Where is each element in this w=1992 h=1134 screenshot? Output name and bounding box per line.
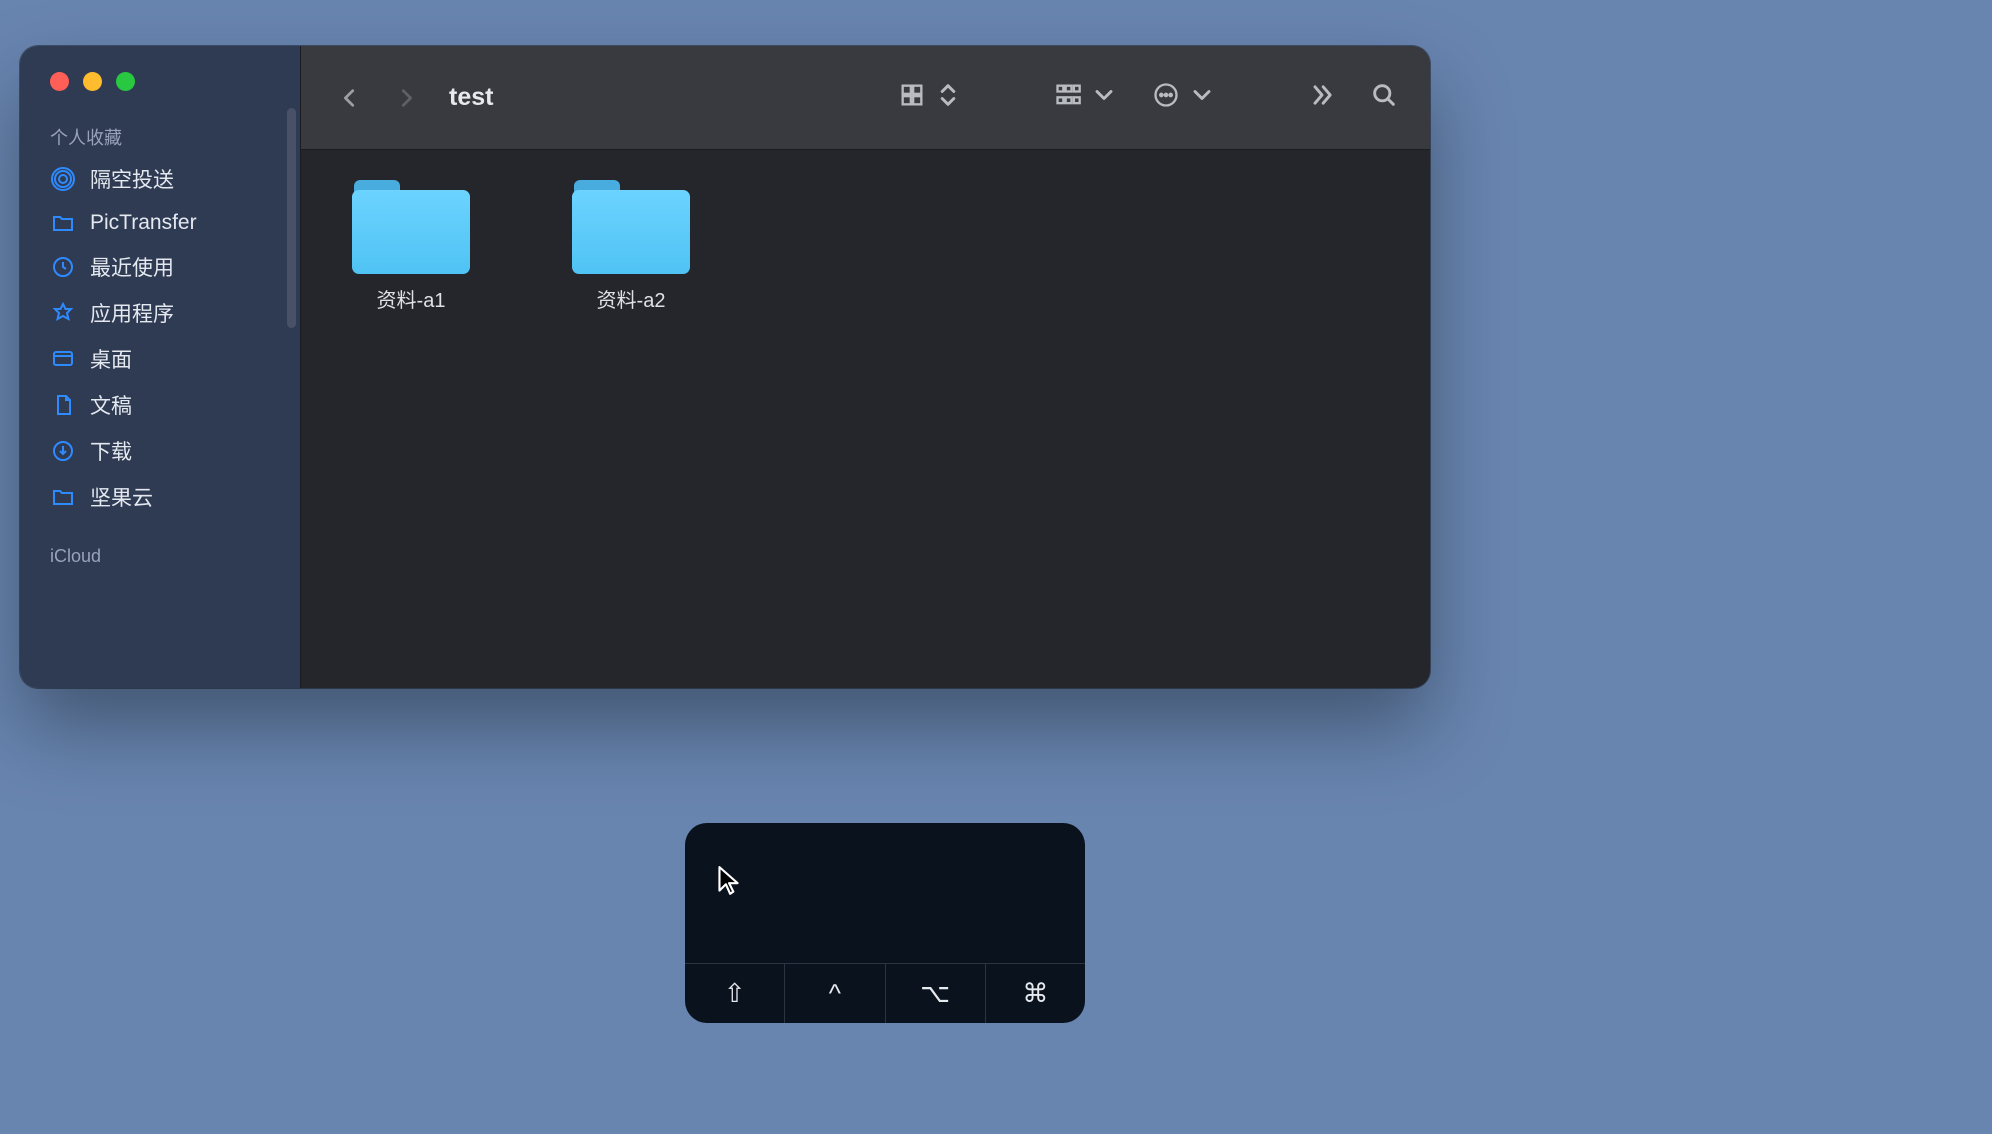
window-controls bbox=[20, 46, 300, 106]
group-by-button[interactable] bbox=[1046, 78, 1126, 118]
clock-icon bbox=[50, 254, 76, 280]
window-minimize-button[interactable] bbox=[83, 72, 102, 91]
sidebar-item-label: 下载 bbox=[90, 436, 132, 466]
sidebar-item-label: 文稿 bbox=[90, 390, 132, 420]
up-down-chevron-icon bbox=[934, 81, 962, 114]
finder-main: test bbox=[301, 46, 1430, 688]
sidebar-item-label: 隔空投送 bbox=[90, 164, 174, 194]
window-title: test bbox=[449, 83, 493, 112]
sidebar-item-downloads[interactable]: 下载 bbox=[20, 428, 300, 474]
sidebar-item-documents[interactable]: 文稿 bbox=[20, 382, 300, 428]
search-icon bbox=[1370, 81, 1398, 114]
sidebar-item-nutstore[interactable]: 坚果云 bbox=[20, 474, 300, 520]
chevron-down-icon bbox=[1188, 81, 1216, 114]
shift-icon: ⇧ bbox=[724, 978, 746, 1009]
document-icon bbox=[50, 392, 76, 418]
back-button[interactable] bbox=[331, 79, 369, 117]
applications-icon bbox=[50, 300, 76, 326]
search-button[interactable] bbox=[1362, 78, 1406, 118]
sidebar-item-label: 最近使用 bbox=[90, 252, 174, 282]
hud-display bbox=[685, 823, 1085, 963]
option-icon: ⌥ bbox=[920, 978, 950, 1009]
hud-key-control[interactable]: ^ bbox=[785, 964, 885, 1023]
sidebar: 个人收藏 隔空投送 PicTransfer 最近使用 bbox=[20, 46, 301, 688]
overflow-button[interactable] bbox=[1300, 78, 1344, 118]
window-close-button[interactable] bbox=[50, 72, 69, 91]
window-zoom-button[interactable] bbox=[116, 72, 135, 91]
finder-window: 个人收藏 隔空投送 PicTransfer 最近使用 bbox=[20, 46, 1430, 688]
hud-key-shift[interactable]: ⇧ bbox=[685, 964, 785, 1023]
airdrop-icon bbox=[50, 166, 76, 192]
action-menu-button[interactable] bbox=[1144, 78, 1224, 118]
sidebar-item-pictransfer[interactable]: PicTransfer bbox=[20, 202, 300, 244]
toolbar: test bbox=[301, 46, 1430, 150]
folder-icon bbox=[352, 180, 470, 274]
double-chevron-right-icon bbox=[1308, 81, 1336, 114]
view-mode-button[interactable] bbox=[890, 78, 970, 118]
sidebar-scroll[interactable]: 个人收藏 隔空投送 PicTransfer 最近使用 bbox=[20, 106, 300, 688]
sidebar-item-label: 应用程序 bbox=[90, 298, 174, 328]
folder-icon bbox=[572, 180, 690, 274]
sidebar-item-airdrop[interactable]: 隔空投送 bbox=[20, 156, 300, 202]
download-icon bbox=[50, 438, 76, 464]
sidebar-section-icloud: iCloud bbox=[20, 520, 300, 573]
folder-icon bbox=[50, 484, 76, 510]
sidebar-item-desktop[interactable]: 桌面 bbox=[20, 336, 300, 382]
sidebar-section-favorites: 个人收藏 bbox=[20, 124, 300, 156]
desktop-icon bbox=[50, 346, 76, 372]
hud-key-option[interactable]: ⌥ bbox=[886, 964, 986, 1023]
control-icon: ^ bbox=[829, 978, 841, 1009]
folder-icon bbox=[50, 210, 76, 236]
cursor-icon bbox=[715, 865, 741, 902]
command-icon: ⌘ bbox=[1022, 978, 1048, 1009]
group-icon bbox=[1054, 81, 1082, 114]
grid-icon bbox=[898, 81, 926, 114]
folder-item[interactable]: 资料-a1 bbox=[331, 180, 491, 313]
folder-label: 资料-a2 bbox=[597, 284, 666, 313]
sidebar-item-label: PicTransfer bbox=[90, 211, 197, 235]
forward-button[interactable] bbox=[387, 79, 425, 117]
sidebar-item-label: 坚果云 bbox=[90, 482, 153, 512]
hud-modifier-row: ⇧ ^ ⌥ ⌘ bbox=[685, 963, 1085, 1023]
sidebar-item-applications[interactable]: 应用程序 bbox=[20, 290, 300, 336]
content-area[interactable]: 资料-a1 资料-a2 bbox=[301, 150, 1430, 688]
sidebar-item-label: 桌面 bbox=[90, 344, 132, 374]
keystroke-hud: ⇧ ^ ⌥ ⌘ bbox=[685, 823, 1085, 1023]
sidebar-item-recents[interactable]: 最近使用 bbox=[20, 244, 300, 290]
folder-label: 资料-a1 bbox=[377, 284, 446, 313]
ellipsis-circle-icon bbox=[1152, 81, 1180, 114]
chevron-down-icon bbox=[1090, 81, 1118, 114]
hud-key-command[interactable]: ⌘ bbox=[986, 964, 1085, 1023]
folder-item[interactable]: 资料-a2 bbox=[551, 180, 711, 313]
